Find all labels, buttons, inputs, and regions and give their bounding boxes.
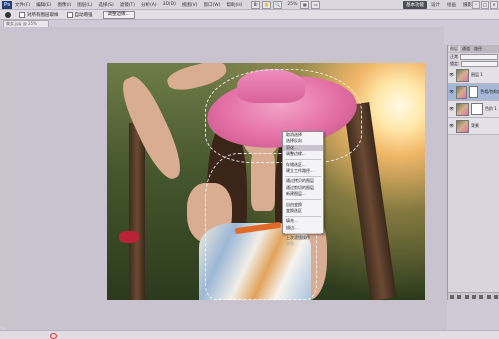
context-menu: 取消选择 选择反向 羽化... 调整边缘... 存储选区... 建立工作路径... 通过拷贝… <box>282 131 324 246</box>
add-mask-icon[interactable] <box>464 294 469 299</box>
menu-help[interactable]: 帮助(H) <box>223 2 245 8</box>
options-bar: 对所有图层取样 自动增强 调整边缘... <box>0 10 499 20</box>
layer-row[interactable]: 👁 图层 1 <box>448 67 499 84</box>
link-layers-icon[interactable] <box>449 294 454 299</box>
layer-mask-thumbnail[interactable] <box>471 103 483 115</box>
arrange-documents-icon[interactable]: ▦ <box>300 0 310 9</box>
layer-row[interactable]: 👁 色相/饱和度 1 <box>448 84 499 101</box>
menu-3d[interactable]: 3D(D) <box>160 2 179 7</box>
layer-mask-thumbnail[interactable] <box>468 86 479 98</box>
opacity-field[interactable] <box>460 53 498 60</box>
layer-thumbnail <box>456 85 467 99</box>
lock-row: 锁定: <box>448 60 499 67</box>
tab-layers[interactable]: 图层 <box>448 46 460 52</box>
status-indicator-icon <box>50 333 57 339</box>
maximize-icon[interactable]: □ <box>481 1 489 9</box>
window-controls: – □ × <box>471 1 498 9</box>
visibility-eye-icon[interactable]: 👁 <box>449 107 454 111</box>
menu-analysis[interactable]: 分析(A) <box>138 2 160 8</box>
launch-bridge-button[interactable]: Br <box>251 0 261 9</box>
visibility-eye-icon[interactable]: 👁 <box>449 124 454 128</box>
layer-row[interactable]: 👁 背景 <box>448 118 499 135</box>
red-flower <box>119 231 139 243</box>
context-menu-item: 渐隐... <box>286 241 298 247</box>
layer-row[interactable]: 👁 色阶 1 <box>448 101 499 118</box>
new-group-icon[interactable] <box>479 294 484 299</box>
workspace-switcher: 基本功能 设计 绘画 摄影 <box>402 1 475 9</box>
app-logo: Ps <box>2 0 12 9</box>
menu-view[interactable]: 视图(V) <box>179 2 201 8</box>
document-title: 美女.jpg @ 25% <box>6 21 37 26</box>
layer-thumbnail <box>456 102 469 116</box>
menu-edit[interactable]: 编辑(E) <box>33 2 54 8</box>
layer-style-icon[interactable] <box>457 294 462 299</box>
menu-separator <box>285 199 321 201</box>
checkbox-box-icon <box>66 11 73 18</box>
layers-panel-footer <box>448 292 499 300</box>
menu-layer[interactable]: 图层(L) <box>74 2 95 8</box>
layer-thumbnail <box>456 119 469 133</box>
layer-name: 背景 <box>471 123 479 128</box>
document-canvas-image[interactable] <box>107 63 425 300</box>
menu-window[interactable]: 窗口(W) <box>200 2 223 8</box>
context-menu-item[interactable]: 描边... <box>283 225 323 231</box>
context-menu-item[interactable]: 变换选区 <box>283 208 323 214</box>
blend-mode-row: 正常 <box>448 53 499 60</box>
menu-image[interactable]: 图像(I) <box>54 2 74 8</box>
minimize-icon[interactable]: – <box>472 1 480 9</box>
menu-separator <box>285 232 321 234</box>
sample-all-layers-label: 对所有图层取样 <box>27 12 59 18</box>
zoom-level[interactable]: 25% <box>284 2 300 7</box>
layer-list: 👁 图层 1 👁 色相/饱和度 1 👁 色阶 1 👁 背景 <box>448 67 499 135</box>
tab-paths[interactable]: 路径 <box>472 46 484 52</box>
tab-channels[interactable]: 通道 <box>460 46 472 52</box>
layers-panel: 图层 通道 路径 正常 锁定: 👁 图层 1 👁 色相/饱和度 1 👁 色阶 1 👁 背景 <box>447 45 499 300</box>
tree-trunk-left <box>129 123 145 300</box>
layer-name: 色阶 1 <box>485 106 497 111</box>
checkbox-box-icon <box>19 11 25 18</box>
menu-bar: Ps 文件(F) 编辑(E) 图像(I) 图层(L) 选择(S) 滤镜(T) 分… <box>0 0 499 10</box>
menu-filter[interactable]: 滤镜(T) <box>117 2 138 8</box>
layer-name: 图层 1 <box>471 72 483 77</box>
adjustment-layer-icon[interactable] <box>471 294 476 299</box>
lock-label: 锁定: <box>450 60 460 66</box>
workspace-design[interactable]: 设计 <box>428 1 443 9</box>
blend-mode-select[interactable]: 正常 <box>450 54 458 60</box>
menu-select[interactable]: 选择(S) <box>95 2 116 8</box>
menu-file[interactable]: 文件(F) <box>12 2 33 8</box>
fill-field[interactable] <box>461 60 498 67</box>
layer-name: 色相/饱和度 1 <box>480 89 499 94</box>
visibility-eye-icon[interactable]: 👁 <box>449 90 454 94</box>
menu-separator <box>285 159 321 161</box>
menu-separator <box>285 175 321 177</box>
auto-enhance-label: 自动增强 <box>74 12 93 18</box>
workspace-essentials[interactable]: 基本功能 <box>403 1 427 9</box>
panel-dock-top <box>444 27 499 45</box>
auto-enhance-checkbox[interactable]: 自动增强 <box>66 11 93 18</box>
layer-thumbnail <box>456 68 469 82</box>
layers-panel-tabs: 图层 通道 路径 <box>448 45 499 53</box>
sample-all-layers-checkbox[interactable]: 对所有图层取样 <box>19 11 59 18</box>
close-icon[interactable]: × <box>490 1 498 9</box>
zoom-tool-icon[interactable]: 🔍 <box>273 0 283 9</box>
quick-selection-tool-icon[interactable] <box>5 11 11 18</box>
hand-tool-icon[interactable]: ✋ <box>262 0 272 9</box>
new-layer-icon[interactable] <box>486 294 491 299</box>
trash-icon[interactable] <box>494 294 499 299</box>
screen-mode-icon[interactable]: ▭ <box>311 0 321 9</box>
workspace-painting[interactable]: 绘画 <box>444 1 459 9</box>
context-menu-item[interactable]: 建立工作路径... <box>283 168 323 174</box>
context-menu-item[interactable]: 新建图层... <box>283 191 323 197</box>
visibility-eye-icon[interactable]: 👁 <box>449 73 454 77</box>
menu-separator <box>285 215 321 217</box>
app-bar-tools: Br ✋ 🔍 25% ▦ ▭ <box>251 0 322 9</box>
refine-edge-button[interactable]: 调整边缘... <box>102 10 135 19</box>
context-menu-item[interactable]: 调整边缘... <box>283 151 323 157</box>
